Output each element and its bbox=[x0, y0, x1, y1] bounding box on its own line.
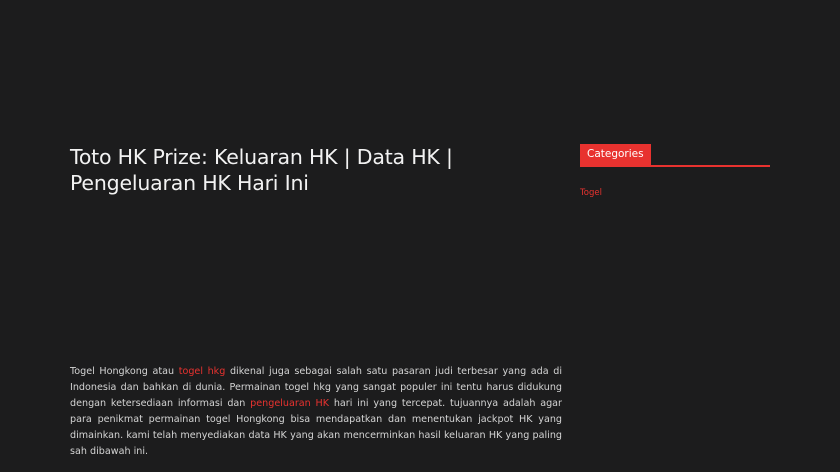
pengeluaran-hk-link[interactable]: pengeluaran HK bbox=[250, 398, 329, 409]
main-content: Toto HK Prize: Keluaran HK | Data HK | P… bbox=[70, 144, 562, 196]
post-body: Togel Hongkong atau togel hkg dikenal ju… bbox=[70, 364, 562, 460]
page: Toto HK Prize: Keluaran HK | Data HK | P… bbox=[0, 0, 840, 472]
sidebar: Categories Togel bbox=[580, 144, 770, 199]
post-body-text-1: Togel Hongkong atau bbox=[70, 366, 179, 377]
category-list: Togel bbox=[580, 180, 770, 199]
categories-widget-header: Categories bbox=[580, 144, 770, 167]
category-link-togel[interactable]: Togel bbox=[580, 188, 602, 198]
togel-hkg-link[interactable]: togel hkg bbox=[179, 366, 226, 377]
categories-widget-title: Categories bbox=[580, 144, 651, 165]
post-title: Toto HK Prize: Keluaran HK | Data HK | P… bbox=[70, 145, 453, 195]
category-item: Togel bbox=[580, 180, 770, 199]
